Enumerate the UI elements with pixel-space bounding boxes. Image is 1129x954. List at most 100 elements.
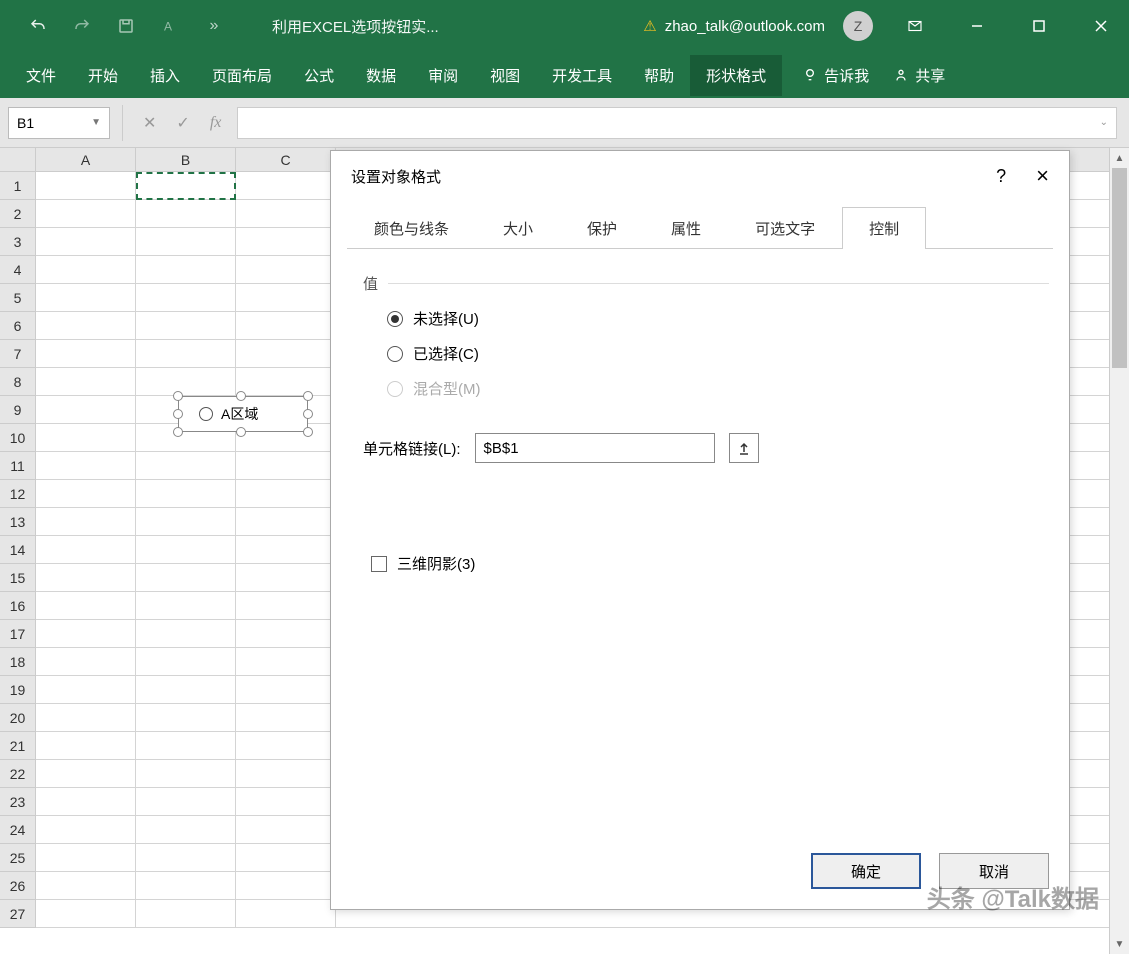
- scroll-down-icon[interactable]: ▼: [1110, 934, 1129, 954]
- row-header[interactable]: 27: [0, 900, 35, 928]
- row-header[interactable]: 26: [0, 872, 35, 900]
- ribbon-display-icon[interactable]: [887, 0, 943, 52]
- row-header[interactable]: 8: [0, 368, 35, 396]
- radio-unselected[interactable]: 未选择(U): [387, 308, 1049, 329]
- resize-handle[interactable]: [303, 427, 313, 437]
- row-header[interactable]: 7: [0, 340, 35, 368]
- tab-insert[interactable]: 插入: [134, 55, 196, 96]
- expand-fbar-icon[interactable]: ⌄: [1100, 117, 1108, 128]
- dlg-tab-properties[interactable]: 属性: [644, 207, 728, 249]
- row-header[interactable]: 13: [0, 508, 35, 536]
- row-header[interactable]: 14: [0, 536, 35, 564]
- svg-text:A: A: [164, 20, 172, 34]
- row-header[interactable]: 15: [0, 564, 35, 592]
- radio-label: 未选择(U): [413, 308, 479, 329]
- row-header[interactable]: 11: [0, 452, 35, 480]
- resize-handle[interactable]: [236, 391, 246, 401]
- undo-icon[interactable]: [20, 8, 56, 44]
- row-header[interactable]: 21: [0, 732, 35, 760]
- resize-handle[interactable]: [173, 409, 183, 419]
- range-picker-icon: [737, 441, 751, 455]
- row-header[interactable]: 2: [0, 200, 35, 228]
- cell-link-input[interactable]: $B$1: [475, 433, 715, 463]
- formula-input[interactable]: ⌄: [237, 107, 1117, 139]
- row-header[interactable]: 22: [0, 760, 35, 788]
- enter-formula-icon[interactable]: ✓: [176, 113, 189, 133]
- resize-handle[interactable]: [173, 427, 183, 437]
- shadow3d-checkbox[interactable]: 三维阴影(3): [371, 553, 1049, 574]
- user-email-text: zhao_talk@outlook.com: [665, 18, 825, 35]
- tell-me[interactable]: 告诉我: [802, 65, 869, 86]
- dlg-tab-size[interactable]: 大小: [476, 207, 560, 249]
- tab-data[interactable]: 数据: [350, 55, 412, 96]
- row-header[interactable]: 16: [0, 592, 35, 620]
- dlg-tab-protection[interactable]: 保护: [560, 207, 644, 249]
- format-object-dialog: 设置对象格式 ? × 颜色与线条 大小 保护 属性 可选文字 控制 值 未选择(…: [330, 150, 1070, 910]
- select-all-corner[interactable]: [0, 148, 36, 171]
- vertical-scrollbar[interactable]: ▲ ▼: [1109, 148, 1129, 954]
- radio-selected[interactable]: 已选择(C): [387, 343, 1049, 364]
- radio-label: 混合型(M): [413, 378, 481, 399]
- warning-icon: ⚠: [643, 17, 656, 35]
- row-header[interactable]: 23: [0, 788, 35, 816]
- dialog-help-button[interactable]: ?: [996, 166, 1006, 187]
- qat-more-icon[interactable]: »: [196, 8, 232, 44]
- dialog-close-button[interactable]: ×: [1036, 163, 1049, 189]
- fx-icon[interactable]: fx: [210, 114, 222, 132]
- font-color-icon[interactable]: A: [152, 8, 188, 44]
- tab-pagelayout[interactable]: 页面布局: [196, 55, 288, 96]
- tab-formulas[interactable]: 公式: [288, 55, 350, 96]
- resize-handle[interactable]: [173, 391, 183, 401]
- cancel-formula-icon[interactable]: ✕: [143, 113, 156, 133]
- tab-review[interactable]: 审阅: [412, 55, 474, 96]
- save-icon[interactable]: [108, 8, 144, 44]
- tab-view[interactable]: 视图: [474, 55, 536, 96]
- option-button-label: A区域: [221, 404, 258, 424]
- tab-developer[interactable]: 开发工具: [536, 55, 628, 96]
- row-headers: 1234567891011121314151617181920212223242…: [0, 172, 36, 928]
- row-header[interactable]: 20: [0, 704, 35, 732]
- tab-file[interactable]: 文件: [10, 55, 72, 96]
- row-header[interactable]: 17: [0, 620, 35, 648]
- resize-handle[interactable]: [236, 427, 246, 437]
- cell-link-value: $B$1: [484, 440, 519, 457]
- row-header[interactable]: 4: [0, 256, 35, 284]
- dlg-tab-control[interactable]: 控制: [842, 207, 926, 249]
- row-header[interactable]: 9: [0, 396, 35, 424]
- row-header[interactable]: 10: [0, 424, 35, 452]
- col-header[interactable]: A: [36, 148, 136, 171]
- row-header[interactable]: 5: [0, 284, 35, 312]
- scroll-up-icon[interactable]: ▲: [1110, 148, 1129, 168]
- col-header[interactable]: B: [136, 148, 236, 171]
- redo-icon[interactable]: [64, 8, 100, 44]
- resize-handle[interactable]: [303, 391, 313, 401]
- maximize-icon[interactable]: [1011, 0, 1067, 52]
- row-header[interactable]: 24: [0, 816, 35, 844]
- col-header[interactable]: C: [236, 148, 336, 171]
- dlg-tab-colors[interactable]: 颜色与线条: [347, 207, 476, 249]
- row-header[interactable]: 19: [0, 676, 35, 704]
- row-header[interactable]: 18: [0, 648, 35, 676]
- resize-handle[interactable]: [303, 409, 313, 419]
- radio-label: 已选择(C): [413, 343, 479, 364]
- row-header[interactable]: 12: [0, 480, 35, 508]
- scroll-thumb[interactable]: [1112, 168, 1127, 368]
- row-header[interactable]: 1: [0, 172, 35, 200]
- row-header[interactable]: 3: [0, 228, 35, 256]
- tab-home[interactable]: 开始: [72, 55, 134, 96]
- ok-button[interactable]: 确定: [811, 853, 921, 889]
- close-icon[interactable]: [1073, 0, 1129, 52]
- row-header[interactable]: 6: [0, 312, 35, 340]
- avatar[interactable]: Z: [843, 11, 873, 41]
- chevron-down-icon[interactable]: ▼: [91, 117, 101, 128]
- range-picker-button[interactable]: [729, 433, 759, 463]
- row-header[interactable]: 25: [0, 844, 35, 872]
- dlg-tab-alttext[interactable]: 可选文字: [728, 207, 842, 249]
- share-button[interactable]: 共享: [893, 65, 945, 86]
- formula-bar-row: B1 ▼ ✕ ✓ fx ⌄: [0, 98, 1129, 148]
- tab-shapeformat[interactable]: 形状格式: [690, 55, 782, 96]
- name-box[interactable]: B1 ▼: [8, 107, 110, 139]
- minimize-icon[interactable]: [949, 0, 1005, 52]
- tab-help[interactable]: 帮助: [628, 55, 690, 96]
- user-account[interactable]: ⚠ zhao_talk@outlook.com: [643, 17, 825, 35]
